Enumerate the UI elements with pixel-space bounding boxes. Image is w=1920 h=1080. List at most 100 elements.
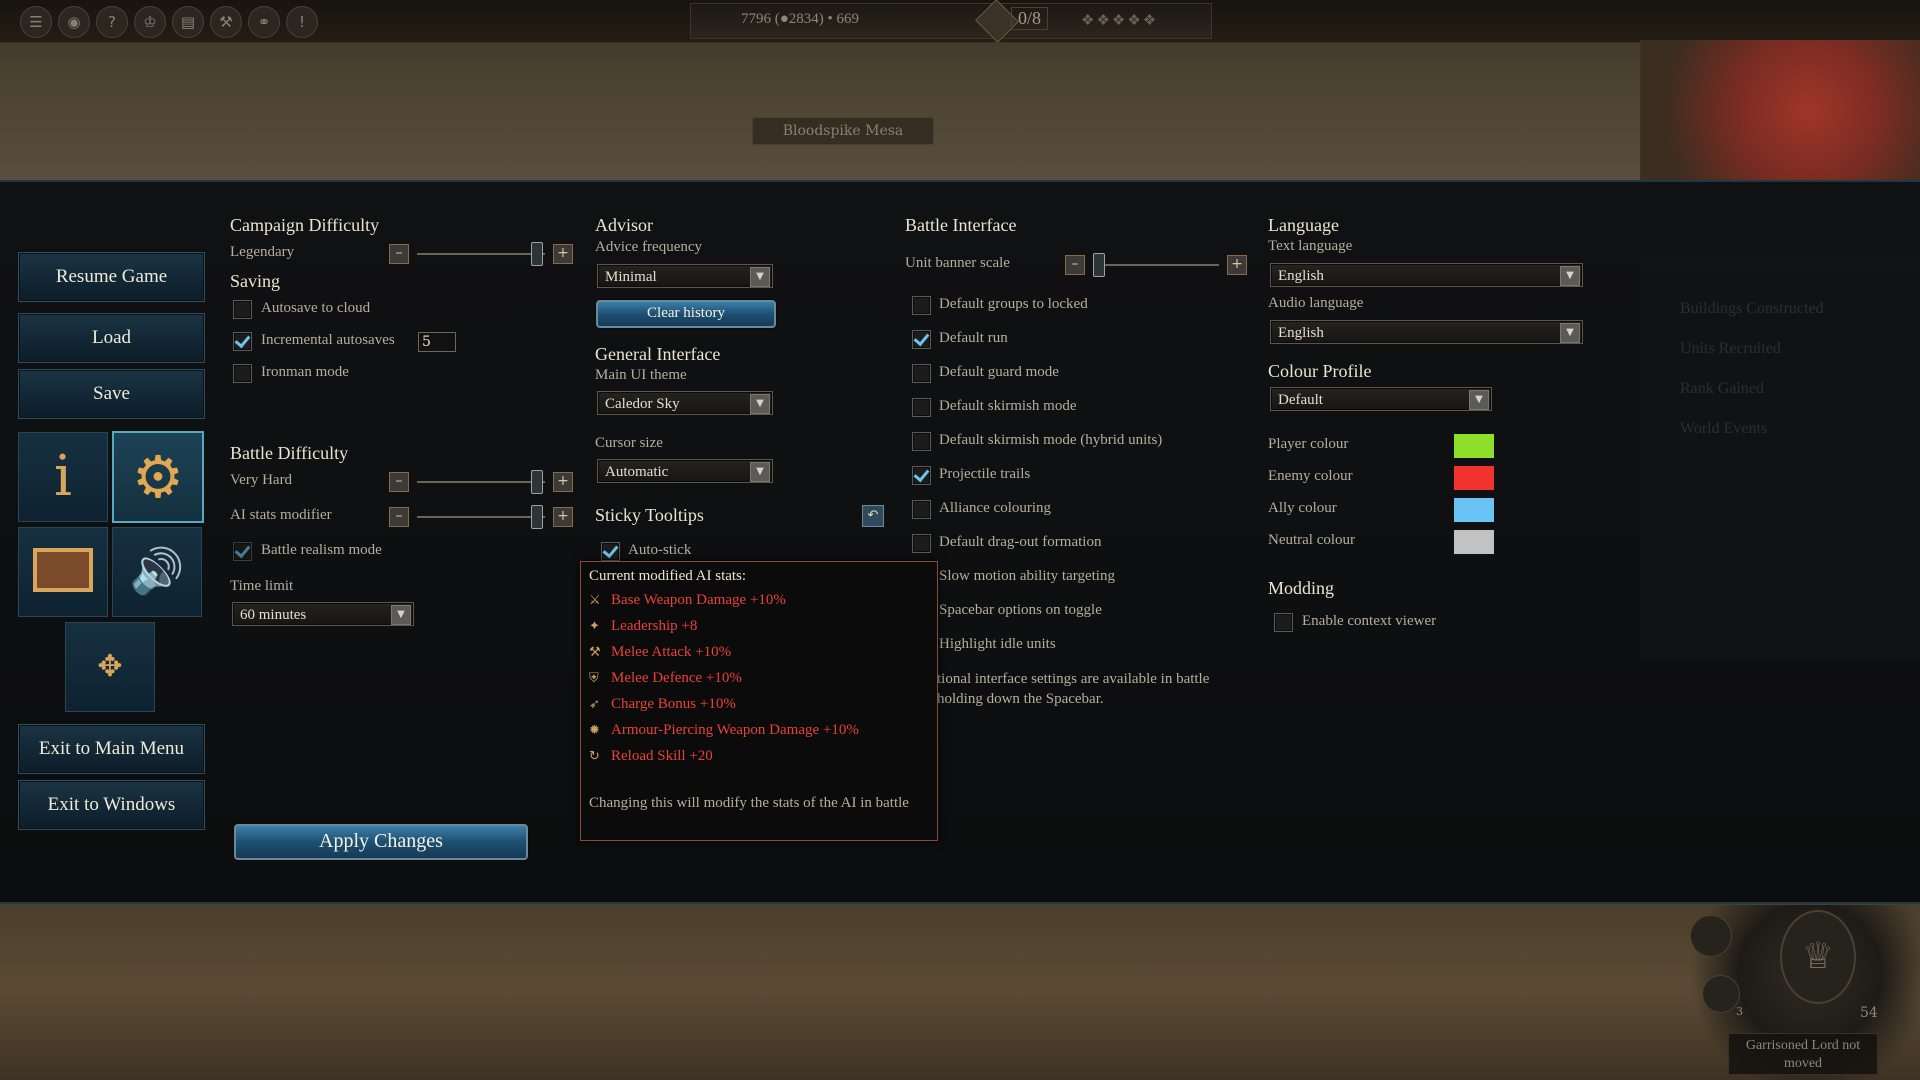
alert-icon[interactable]: ! bbox=[286, 6, 318, 38]
incremental-autosaves-input[interactable]: 5 bbox=[418, 332, 456, 352]
faded-item: Buildings Constructed bbox=[1680, 300, 1824, 317]
neutral-colour-swatch[interactable] bbox=[1454, 530, 1494, 554]
slider-knob[interactable] bbox=[531, 505, 543, 529]
battle-option-checkbox[interactable] bbox=[912, 296, 931, 315]
general-interface-heading: General Interface bbox=[595, 344, 721, 364]
enemy-colour-swatch[interactable] bbox=[1454, 466, 1494, 490]
context-viewer-checkbox[interactable] bbox=[1274, 613, 1293, 632]
settings-tile[interactable]: ⚙ bbox=[112, 431, 204, 523]
battle-option-checkbox[interactable] bbox=[912, 398, 931, 417]
helmet-icon[interactable]: ♕ bbox=[1780, 910, 1856, 1004]
campaign-difficulty-slider[interactable]: – + bbox=[389, 242, 573, 266]
turn-counter: 0/8 bbox=[1011, 7, 1049, 30]
auto-stick-checkbox[interactable] bbox=[601, 542, 620, 561]
load-button[interactable]: Load bbox=[18, 313, 205, 363]
clear-history-button[interactable]: Clear history bbox=[596, 300, 776, 328]
minus-icon[interactable]: – bbox=[389, 244, 409, 264]
armour-piercing-icon: ✹ bbox=[589, 723, 600, 738]
book-icon[interactable]: ▤ bbox=[172, 6, 204, 38]
campaign-map-bottom bbox=[0, 900, 1920, 1080]
charge-bonus-icon: ➶ bbox=[589, 697, 600, 712]
recruit-icon[interactable] bbox=[1702, 975, 1740, 1013]
minimap[interactable] bbox=[1640, 40, 1920, 180]
autosave-cloud-checkbox[interactable] bbox=[233, 300, 252, 319]
speaker-icon[interactable]: 🔊 bbox=[112, 527, 202, 617]
tooltip-stat-text: Charge Bonus +10% bbox=[611, 696, 736, 712]
faded-item: Units Recruited bbox=[1680, 340, 1781, 357]
modding-heading: Modding bbox=[1268, 578, 1335, 598]
slider-knob[interactable] bbox=[1093, 253, 1105, 277]
link-icon[interactable]: ⚭ bbox=[248, 6, 280, 38]
save-button[interactable]: Save bbox=[18, 369, 205, 419]
minus-icon[interactable]: – bbox=[389, 507, 409, 527]
advice-frequency-dropdown[interactable]: Minimal ▼ bbox=[597, 264, 773, 288]
text-language-label: Text language bbox=[1268, 238, 1353, 254]
minus-icon[interactable]: – bbox=[389, 472, 409, 492]
colour-profile-value: Default bbox=[1278, 392, 1323, 408]
neutral-colour-label: Neutral colour bbox=[1268, 532, 1356, 548]
battle-option-checkbox[interactable] bbox=[912, 364, 931, 383]
crest-icon[interactable]: ♔ bbox=[134, 6, 166, 38]
time-limit-dropdown[interactable]: 60 minutes ▼ bbox=[232, 602, 414, 626]
incremental-autosaves-checkbox[interactable] bbox=[233, 332, 252, 351]
battle-option-label: Default skirmish mode (hybrid units) bbox=[939, 432, 1163, 448]
slider-knob[interactable] bbox=[531, 242, 543, 266]
apply-changes-button[interactable]: Apply Changes bbox=[234, 824, 528, 860]
reset-icon[interactable]: ↶ bbox=[862, 505, 884, 527]
text-language-value: English bbox=[1278, 268, 1324, 284]
battle-realism-checkbox[interactable] bbox=[233, 542, 252, 561]
battle-option-label: Slow motion ability targeting bbox=[939, 568, 1115, 584]
colour-profile-dropdown[interactable]: Default ▼ bbox=[1270, 387, 1492, 411]
ironman-checkbox[interactable] bbox=[233, 364, 252, 383]
battle-option-checkbox[interactable] bbox=[912, 466, 931, 485]
ally-colour-swatch[interactable] bbox=[1454, 498, 1494, 522]
ai-stats-slider[interactable]: – + bbox=[389, 505, 573, 529]
reload-skill-icon: ↻ bbox=[589, 749, 600, 764]
plus-icon[interactable]: + bbox=[553, 507, 573, 527]
globe-icon[interactable]: ◉ bbox=[58, 6, 90, 38]
battle-option-checkbox[interactable] bbox=[912, 432, 931, 451]
plus-icon[interactable]: + bbox=[1227, 255, 1247, 275]
tools-icon[interactable]: ⚒ bbox=[210, 6, 242, 38]
slider-knob[interactable] bbox=[531, 470, 543, 494]
melee-defence-icon: ⛨ bbox=[589, 671, 599, 686]
plus-icon[interactable]: + bbox=[553, 244, 573, 264]
text-language-dropdown[interactable]: English ▼ bbox=[1270, 263, 1583, 287]
campaign-difficulty-heading: Campaign Difficulty bbox=[230, 215, 380, 235]
graphics-tile[interactable] bbox=[18, 527, 108, 617]
slider-track bbox=[417, 516, 545, 518]
cursor-size-label: Cursor size bbox=[595, 435, 663, 451]
battle-option-checkbox[interactable] bbox=[912, 534, 931, 553]
gear-icon: ⚙ bbox=[132, 443, 184, 511]
tooltip-stat-row: ✹ Armour-Piercing Weapon Damage +10% bbox=[589, 722, 859, 742]
help-icon[interactable]: ? bbox=[96, 6, 128, 38]
battle-option-checkbox[interactable] bbox=[912, 500, 931, 519]
battle-option-checkbox[interactable] bbox=[912, 330, 931, 349]
plus-icon[interactable]: + bbox=[553, 472, 573, 492]
cursor-size-dropdown[interactable]: Automatic ▼ bbox=[597, 459, 773, 483]
incremental-autosaves-label: Incremental autosaves bbox=[261, 332, 395, 348]
menu-icon[interactable]: ☰ bbox=[20, 6, 52, 38]
slider-track bbox=[1093, 264, 1219, 266]
battle-difficulty-slider[interactable]: – + bbox=[389, 470, 573, 494]
exit-main-menu-button[interactable]: Exit to Main Menu bbox=[18, 724, 205, 774]
resume-game-button[interactable]: Resume Game bbox=[18, 252, 205, 302]
lord-ability-icon[interactable] bbox=[1690, 915, 1732, 957]
controls-keys-icon[interactable]: ✥ bbox=[65, 622, 155, 712]
battle-interface-heading: Battle Interface bbox=[905, 215, 1017, 235]
auto-stick-label: Auto-stick bbox=[628, 542, 692, 558]
audio-language-dropdown[interactable]: English ▼ bbox=[1270, 320, 1583, 344]
hud-count-a: 54 bbox=[1860, 1005, 1878, 1021]
exit-windows-button[interactable]: Exit to Windows bbox=[18, 780, 205, 830]
unit-banner-scale-slider[interactable]: – + bbox=[1065, 253, 1247, 277]
main-ui-theme-dropdown[interactable]: Caledor Sky ▼ bbox=[597, 391, 773, 415]
info-icon[interactable]: i bbox=[18, 432, 108, 522]
tooltip-title: Current modified AI stats: bbox=[589, 568, 747, 584]
minus-icon[interactable]: – bbox=[1065, 255, 1085, 275]
tooltip-stat-row: ✦ Leadership +8 bbox=[589, 618, 697, 638]
player-colour-swatch[interactable] bbox=[1454, 434, 1494, 458]
time-limit-value: 60 minutes bbox=[240, 607, 307, 623]
sticky-tooltips-heading: Sticky Tooltips bbox=[595, 505, 704, 525]
tooltip-footer: Changing this will modify the stats of t… bbox=[589, 795, 909, 811]
resource-bar: 7796 (●2834) • 669 0/8 ❖❖❖❖❖ bbox=[690, 0, 1212, 43]
